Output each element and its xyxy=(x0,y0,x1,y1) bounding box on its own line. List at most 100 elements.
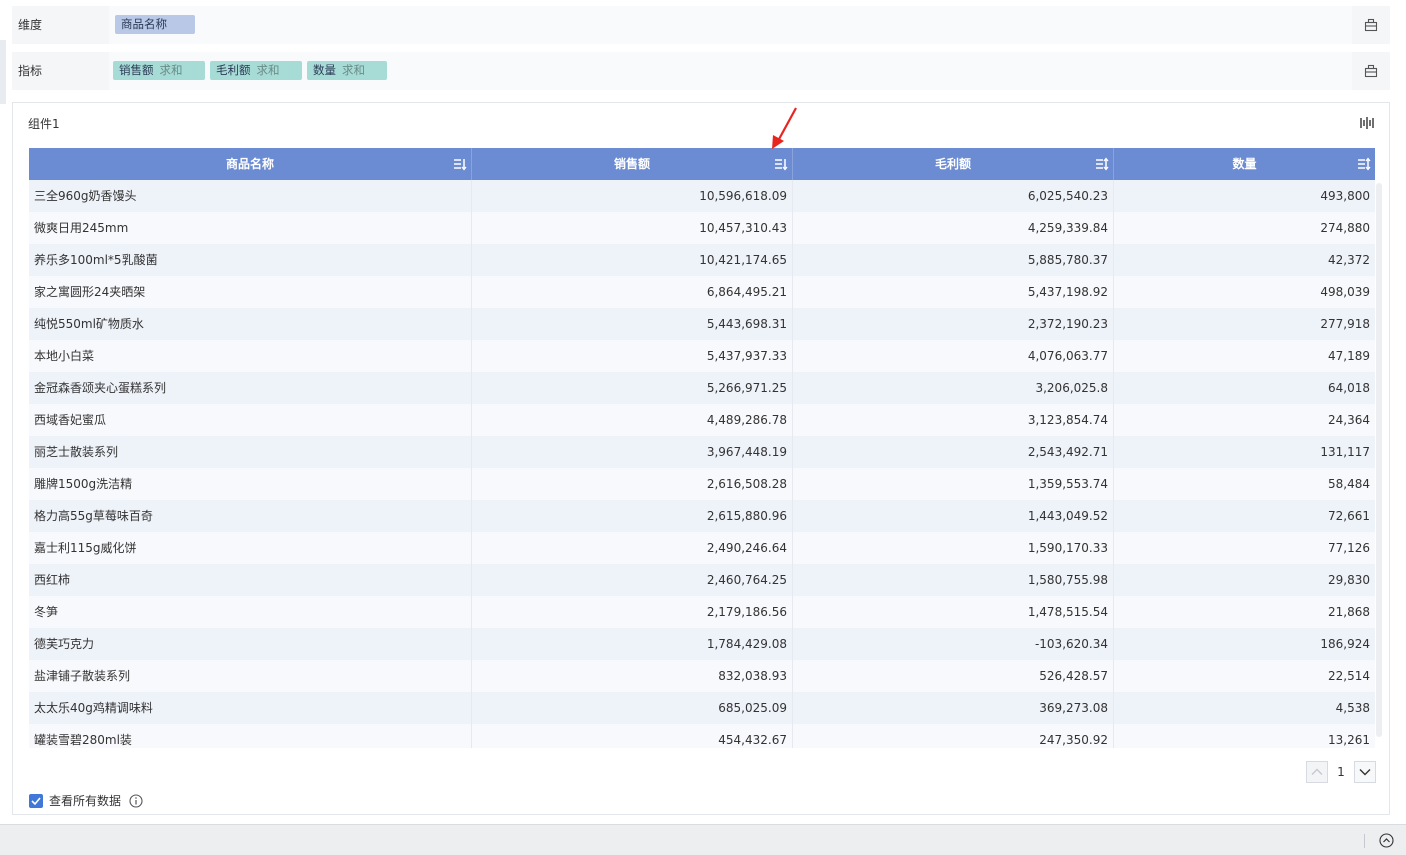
column-header-label: 商品名称 xyxy=(225,157,274,171)
cell-product-name: 丽芝士散装系列 xyxy=(29,436,472,468)
cell-quantity: 131,117 xyxy=(1320,445,1370,459)
pill-label: 商品名称 xyxy=(121,17,167,31)
cell-quantity: 58,484 xyxy=(1328,477,1370,491)
show-all-label[interactable]: 查看所有数据 xyxy=(49,793,121,809)
sort-icon[interactable] xyxy=(1357,156,1371,172)
divider xyxy=(1364,834,1365,848)
cell-sales: 685,025.09 xyxy=(472,692,793,724)
chevron-down-icon xyxy=(1359,769,1371,776)
table-row[interactable]: 金冠森香颂夹心蛋糕系列 5,266,971.25 3,206,025.8 64,018 xyxy=(29,372,1375,404)
cell-sales: 2,179,186.56 xyxy=(472,596,793,628)
cell-sales: 6,864,495.21 xyxy=(472,276,793,308)
table-row[interactable]: 养乐多100ml*5乳酸菌 10,421,174.65 5,885,780.37 42… xyxy=(29,244,1375,276)
cell-sales: 2,490,246.64 xyxy=(472,532,793,564)
cell-quantity: 72,661 xyxy=(1328,509,1370,523)
cell-sales: 5,443,698.31 xyxy=(472,308,793,340)
dimension-pill-product-name[interactable]: 商品名称 xyxy=(115,15,195,34)
cell-gross-profit: -103,620.34 xyxy=(793,628,1114,660)
cell-product-name: 太太乐40g鸡精调味料 xyxy=(29,692,472,724)
annotation-arrow-icon xyxy=(772,107,797,149)
cell-gross-profit: 526,428.57 xyxy=(793,660,1114,692)
table-row[interactable]: 纯悦550ml矿物质水 5,443,698.31 2,372,190.23 277,9… xyxy=(29,308,1375,340)
cell-gross-profit: 3,123,854.74 xyxy=(793,404,1114,436)
sort-desc-icon[interactable] xyxy=(774,156,788,172)
table-row[interactable]: 罐装雪碧280ml装 454,432.67 247,350.92 13,261 xyxy=(29,724,1375,748)
cell-product-name: 格力高55g草莓味百奇 xyxy=(29,500,472,532)
cell-sales: 5,437,937.33 xyxy=(472,340,793,372)
metric-row: 指标 销售额 求和 毛利额 求和 数量 求和 xyxy=(12,52,1390,90)
sort-icon[interactable] xyxy=(453,156,467,172)
cell-quantity: 4,538 xyxy=(1335,701,1370,715)
cell-quantity: 274,880 xyxy=(1320,221,1370,235)
cell-sales: 4,489,286.78 xyxy=(472,404,793,436)
chart-settings-icon[interactable] xyxy=(1359,115,1375,131)
column-header-sales[interactable]: 销售额 xyxy=(472,148,793,180)
column-header-quantity[interactable]: 数量 xyxy=(1114,148,1375,180)
metric-label: 指标 xyxy=(18,64,43,78)
next-page-button[interactable] xyxy=(1354,761,1376,783)
cell-gross-profit: 4,076,063.77 xyxy=(793,340,1114,372)
cell-product-name: 本地小白菜 xyxy=(29,340,472,372)
show-all-data-option: 查看所有数据 xyxy=(29,793,159,809)
table-row[interactable]: 太太乐40g鸡精调味料 685,025.09 369,273.08 4,538 xyxy=(29,692,1375,724)
cell-product-name: 微爽日用245mm xyxy=(29,212,472,244)
cell-sales: 5,266,971.25 xyxy=(472,372,793,404)
cell-sales: 10,457,310.43 xyxy=(472,212,793,244)
cell-sales: 10,596,618.09 xyxy=(472,180,793,212)
bottom-bar xyxy=(0,824,1406,855)
pill-label: 销售额 xyxy=(119,63,154,77)
cell-gross-profit: 369,273.08 xyxy=(793,692,1114,724)
cell-quantity: 77,126 xyxy=(1328,541,1370,555)
table-row[interactable]: 盐津铺子散装系列 832,038.93 526,428.57 22,514 xyxy=(29,660,1375,692)
table-row[interactable]: 本地小白菜 5,437,937.33 4,076,063.77 47,189 xyxy=(29,340,1375,372)
sort-icon[interactable] xyxy=(1095,156,1109,172)
table-row[interactable]: 雕牌1500g洗洁精 2,616,508.28 1,359,553.74 58,484 xyxy=(29,468,1375,500)
metric-drop-zone[interactable]: 销售额 求和 毛利额 求和 数量 求和 xyxy=(109,52,1352,90)
table-row[interactable]: 西域香妃蜜瓜 4,489,286.78 3,123,854.74 24,364 xyxy=(29,404,1375,436)
table-row[interactable]: 德芙巧克力 1,784,429.08 -103,620.34 186,924 xyxy=(29,628,1375,660)
table-row[interactable]: 嘉士利115g威化饼 2,490,246.64 1,590,170.33 77,126 xyxy=(29,532,1375,564)
table-row[interactable]: 格力高55g草莓味百奇 2,615,880.96 1,443,049.52 72,66… xyxy=(29,500,1375,532)
table-row[interactable]: 微爽日用245mm 10,457,310.43 4,259,339.84 274,88… xyxy=(29,212,1375,244)
left-edge-strip xyxy=(0,40,6,104)
cell-gross-profit: 6,025,540.23 xyxy=(793,180,1114,212)
metric-pill-gross-profit[interactable]: 毛利额 求和 xyxy=(210,61,302,80)
cell-sales: 832,038.93 xyxy=(472,660,793,692)
pill-agg: 求和 xyxy=(342,63,365,77)
cell-sales: 3,967,448.19 xyxy=(472,436,793,468)
collapse-up-icon[interactable] xyxy=(1379,833,1394,848)
column-header-label: 毛利额 xyxy=(934,157,971,171)
pill-agg: 求和 xyxy=(159,63,183,77)
cell-quantity: 22,514 xyxy=(1328,669,1370,683)
info-icon[interactable] xyxy=(129,794,143,808)
table-row[interactable]: 冬笋 2,179,186.56 1,478,515.54 21,868 xyxy=(29,596,1375,628)
toolbox-icon[interactable] xyxy=(1364,64,1378,78)
toolbox-icon[interactable] xyxy=(1364,18,1378,32)
vertical-scrollbar[interactable] xyxy=(1376,183,1382,737)
cell-product-name: 罐装雪碧280ml装 xyxy=(29,724,472,748)
cell-gross-profit: 5,437,198.92 xyxy=(793,276,1114,308)
column-header-gross-profit[interactable]: 毛利额 xyxy=(793,148,1114,180)
cell-quantity: 42,372 xyxy=(1328,253,1370,267)
cell-gross-profit: 2,372,190.23 xyxy=(793,308,1114,340)
prev-page-button[interactable] xyxy=(1306,761,1328,783)
cell-gross-profit: 1,443,049.52 xyxy=(793,500,1114,532)
dimension-row: 维度 商品名称 xyxy=(12,6,1390,44)
dimension-drop-zone[interactable]: 商品名称 xyxy=(109,6,1352,44)
column-header-product-name[interactable]: 商品名称 xyxy=(29,148,472,180)
metric-pill-sales[interactable]: 销售额 求和 xyxy=(113,61,205,80)
table-row[interactable]: 三全960g奶香馒头 10,596,618.09 6,025,540.23 493,8… xyxy=(29,180,1375,212)
cell-product-name: 家之寓圆形24夹晒架 xyxy=(29,276,472,308)
show-all-checkbox[interactable] xyxy=(29,794,43,808)
component-panel: 组件1 商品名称 销售额 毛利额 数量 三全960g奶香馒头 10,596,61… xyxy=(12,102,1390,815)
cell-quantity: 13,261 xyxy=(1328,733,1370,747)
table-row[interactable]: 西红柿 2,460,764.25 1,580,755.98 29,830 xyxy=(29,564,1375,596)
table-row[interactable]: 家之寓圆形24夹晒架 6,864,495.21 5,437,198.92 498,03… xyxy=(29,276,1375,308)
pagination: 1 xyxy=(1306,761,1376,783)
cell-quantity: 493,800 xyxy=(1320,189,1370,203)
cell-sales: 2,616,508.28 xyxy=(472,468,793,500)
metric-pill-quantity[interactable]: 数量 求和 xyxy=(307,61,387,80)
cell-product-name: 盐津铺子散装系列 xyxy=(29,660,472,692)
table-row[interactable]: 丽芝士散装系列 3,967,448.19 2,543,492.71 131,117 xyxy=(29,436,1375,468)
cell-sales: 1,784,429.08 xyxy=(472,628,793,660)
